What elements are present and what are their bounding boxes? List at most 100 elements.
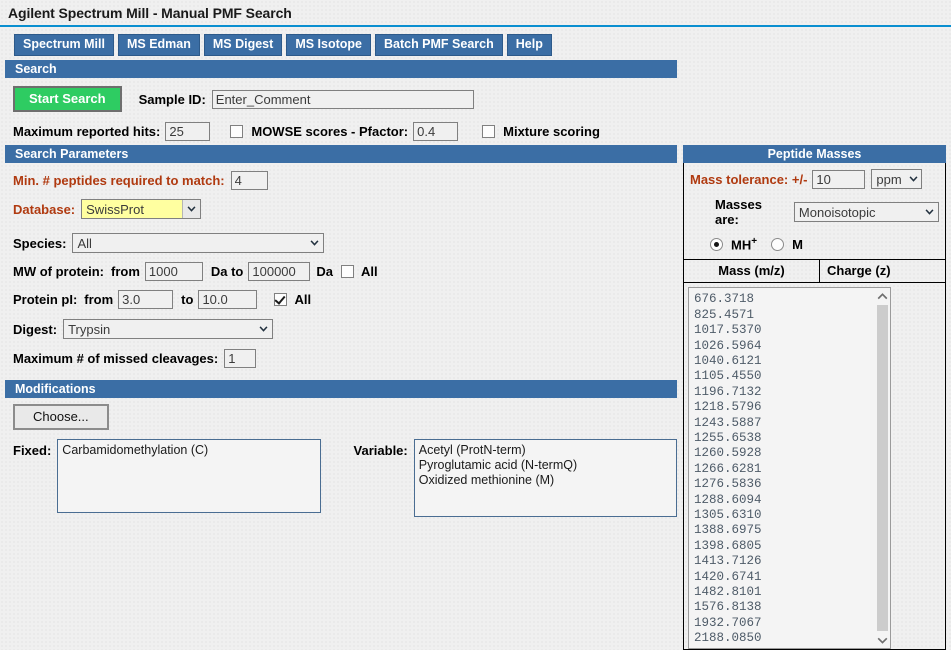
mass-list-item[interactable]: 1255.6538 (694, 431, 874, 446)
mass-list-item[interactable]: 1932.7067 (694, 616, 874, 631)
mh-plus-label: MH+ (731, 236, 757, 252)
mass-list-item[interactable]: 1482.8101 (694, 585, 874, 600)
scrollbar-thumb[interactable] (877, 305, 888, 631)
mw-to-input[interactable] (248, 262, 310, 281)
list-item[interactable]: Oxidized methionine (M) (419, 473, 672, 488)
scroll-down-icon[interactable] (877, 632, 888, 648)
pi-from-label: from (84, 292, 113, 307)
m-radio[interactable] (771, 238, 784, 251)
nav-item-ms-digest[interactable]: MS Digest (204, 34, 282, 56)
mw-unit-label: Da (316, 264, 333, 279)
max-reported-hits-label: Maximum reported hits: (13, 124, 160, 139)
digest-select[interactable]: Trypsin (63, 319, 273, 339)
mass-list-item[interactable]: 1218.5796 (694, 400, 874, 415)
mass-list-scrollbar[interactable] (874, 287, 891, 649)
choose-modifications-button[interactable]: Choose... (13, 404, 109, 430)
digest-label: Digest: (13, 322, 57, 337)
mass-list-item[interactable]: 1040.6121 (694, 354, 874, 369)
max-reported-hits-input[interactable] (165, 122, 210, 141)
page-title: Agilent Spectrum Mill - Manual PMF Searc… (0, 0, 951, 25)
mass-list-item[interactable]: 1260.5928 (694, 446, 874, 461)
nav-item-spectrum-mill[interactable]: Spectrum Mill (14, 34, 114, 56)
nav-item-help[interactable]: Help (507, 34, 552, 56)
mass-list-item[interactable]: 1305.6310 (694, 508, 874, 523)
mass-list-item[interactable]: 1105.4550 (694, 369, 874, 384)
mass-list-item[interactable]: 1243.5887 (694, 416, 874, 431)
nav-item-ms-isotope[interactable]: MS Isotope (286, 34, 371, 56)
pi-to-label: to (181, 292, 193, 307)
mass-list-item[interactable]: 1288.6094 (694, 493, 874, 508)
mass-tolerance-unit-select[interactable]: ppm (871, 169, 922, 189)
missed-cleavages-label: Maximum # of missed cleavages: (13, 351, 218, 366)
mass-list-item[interactable]: 1026.5964 (694, 339, 874, 354)
peptide-masses-controls: Mass tolerance: +/- ppm Masses are: Mono… (683, 163, 946, 260)
mowse-scores-checkbox[interactable] (230, 125, 243, 138)
main-navigation: Spectrum Mill MS Edman MS Digest MS Isot… (0, 27, 951, 62)
mass-list-item[interactable]: 1398.6805 (694, 539, 874, 554)
modifications-header: Modifications (5, 380, 677, 398)
sample-id-label: Sample ID: (139, 92, 206, 107)
nav-item-ms-edman[interactable]: MS Edman (118, 34, 200, 56)
mw-all-checkbox[interactable] (341, 265, 354, 278)
mass-list-item[interactable]: 1420.6741 (694, 570, 874, 585)
nav-item-batch-pmf-search[interactable]: Batch PMF Search (375, 34, 503, 56)
fixed-modifications-label: Fixed: (13, 443, 51, 458)
database-label: Database: (13, 202, 75, 217)
pfactor-input[interactable] (413, 122, 458, 141)
mass-list-item[interactable]: 1276.5836 (694, 477, 874, 492)
mass-tolerance-unit-value: ppm (876, 172, 901, 187)
mass-list[interactable]: 676.3718825.45711017.53701026.59641040.6… (688, 287, 874, 649)
pi-all-checkbox[interactable] (274, 293, 287, 306)
fixed-modifications-list[interactable]: Carbamidomethylation (C) (57, 439, 320, 513)
species-label: Species: (13, 236, 66, 251)
mass-list-item[interactable]: 1017.5370 (694, 323, 874, 338)
pi-from-input[interactable] (118, 290, 173, 309)
mass-list-item[interactable]: 1388.6975 (694, 523, 874, 538)
sample-id-input[interactable] (212, 90, 474, 109)
list-item[interactable]: Pyroglutamic acid (N-termQ) (419, 458, 672, 473)
scroll-up-icon[interactable] (877, 288, 888, 304)
mass-list-item[interactable]: 1266.6281 (694, 462, 874, 477)
mass-list-item[interactable]: 2188.0850 (694, 631, 874, 646)
chevron-down-icon (921, 203, 938, 221)
mw-from-input[interactable] (145, 262, 203, 281)
mixture-scoring-label: Mixture scoring (503, 124, 600, 139)
mh-plus-radio[interactable] (710, 238, 723, 251)
species-select[interactable]: All (72, 233, 324, 253)
column-header-charge: Charge (z) (820, 260, 945, 282)
list-item[interactable]: Carbamidomethylation (C) (62, 443, 315, 458)
mass-list-item[interactable]: 1196.7132 (694, 385, 874, 400)
search-section-header: Search (5, 60, 677, 78)
mass-list-item[interactable]: 676.3718 (694, 292, 874, 307)
chevron-down-icon (906, 170, 921, 188)
mw-of-protein-label: MW of protein: (13, 264, 104, 279)
list-item[interactable]: Acetyl (ProtN-term) (419, 443, 672, 458)
mowse-scores-label: MOWSE scores - Pfactor: (251, 124, 408, 139)
start-search-button[interactable]: Start Search (13, 86, 122, 112)
database-select-value: SwissProt (86, 202, 144, 217)
pi-to-input[interactable] (198, 290, 257, 309)
charge-column-area[interactable] (891, 287, 941, 649)
min-peptides-input[interactable] (231, 171, 268, 190)
mass-list-item[interactable]: 1576.8138 (694, 600, 874, 615)
database-select[interactable]: SwissProt (81, 199, 201, 219)
column-header-mass: Mass (m/z) (684, 260, 820, 282)
pi-all-label: All (294, 292, 311, 307)
masses-are-label: Masses are: (715, 197, 788, 227)
masses-are-select[interactable]: Monoisotopic (794, 202, 939, 222)
mass-list-item[interactable]: 825.4571 (694, 308, 874, 323)
min-peptides-label: Min. # peptides required to match: (13, 173, 225, 188)
variable-modifications-list[interactable]: Acetyl (ProtN-term) Pyroglutamic acid (N… (414, 439, 677, 517)
missed-cleavages-input[interactable] (224, 349, 256, 368)
mass-table-body: 676.3718825.45711017.53701026.59641040.6… (683, 283, 946, 650)
mass-tolerance-input[interactable] (812, 170, 865, 189)
mw-to-label: Da to (211, 264, 244, 279)
mass-tolerance-label: Mass tolerance: +/- (690, 172, 807, 187)
species-select-value: All (77, 236, 91, 251)
chevron-down-icon (182, 200, 200, 218)
protein-pi-label: Protein pI: (13, 292, 77, 307)
mass-list-item[interactable]: 1413.7126 (694, 554, 874, 569)
chevron-down-icon (255, 320, 272, 338)
search-parameters-header: Search Parameters (5, 145, 677, 163)
mixture-scoring-checkbox[interactable] (482, 125, 495, 138)
